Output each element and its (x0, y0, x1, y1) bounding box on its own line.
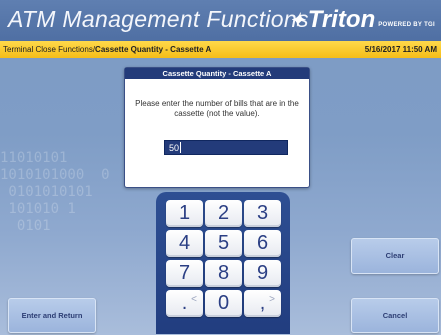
right-arrow-icon: > (269, 294, 275, 305)
key-comma-label: , (259, 292, 266, 314)
dialog-title: Cassette Quantity - Cassette A (125, 68, 309, 79)
breadcrumb: Terminal Close Functions/Cassette Quanti… (3, 45, 211, 54)
key-4[interactable]: 4 (166, 230, 203, 257)
breadcrumb-current: Cassette Quantity - Cassette A (95, 45, 212, 54)
key-1[interactable]: 1 (166, 200, 203, 227)
bill-count-input[interactable]: 50 (164, 140, 288, 155)
key-7[interactable]: 7 (166, 260, 203, 287)
breadcrumb-bar: Terminal Close Functions/Cassette Quanti… (0, 41, 441, 58)
numeric-keypad: 1 2 3 4 5 6 7 8 9 . < 0 , > (156, 192, 290, 334)
key-comma[interactable]: , > (244, 290, 281, 317)
cassette-quantity-dialog: Cassette Quantity - Cassette A Please en… (124, 67, 310, 188)
key-decimal[interactable]: . < (166, 290, 203, 317)
key-0[interactable]: 0 (205, 290, 242, 317)
key-2[interactable]: 2 (205, 200, 242, 227)
brand-tagline: POWERED BY TGI (378, 21, 435, 28)
text-cursor (180, 142, 182, 153)
key-decimal-label: . (181, 292, 188, 314)
brand-name: Triton (307, 6, 376, 33)
key-9[interactable]: 9 (244, 260, 281, 287)
key-5[interactable]: 5 (205, 230, 242, 257)
key-3[interactable]: 3 (244, 200, 281, 227)
key-8[interactable]: 8 (205, 260, 242, 287)
left-arrow-icon: < (191, 294, 197, 305)
key-6[interactable]: 6 (244, 230, 281, 257)
page-title: ATM Management Functions (8, 6, 309, 32)
background-binary-pattern: 11010101 1010101000 0 0101010101 101010 … (0, 150, 110, 234)
enter-and-return-button[interactable]: Enter and Return (8, 298, 96, 333)
brand-logo: ✦ Triton POWERED BY TGI (290, 6, 435, 34)
bill-count-value: 50 (169, 143, 180, 153)
breadcrumb-path: Terminal Close Functions/ (3, 45, 96, 54)
dialog-message: Please enter the number of bills that ar… (135, 99, 299, 118)
clear-button[interactable]: Clear (351, 238, 439, 274)
cancel-button[interactable]: Cancel (351, 298, 439, 333)
triton-logo-icon: ✦ (289, 9, 305, 30)
date-time: 5/16/2017 11:50 AM (364, 45, 437, 54)
title-bar: ATM Management Functions ✦ Triton POWERE… (0, 0, 441, 41)
